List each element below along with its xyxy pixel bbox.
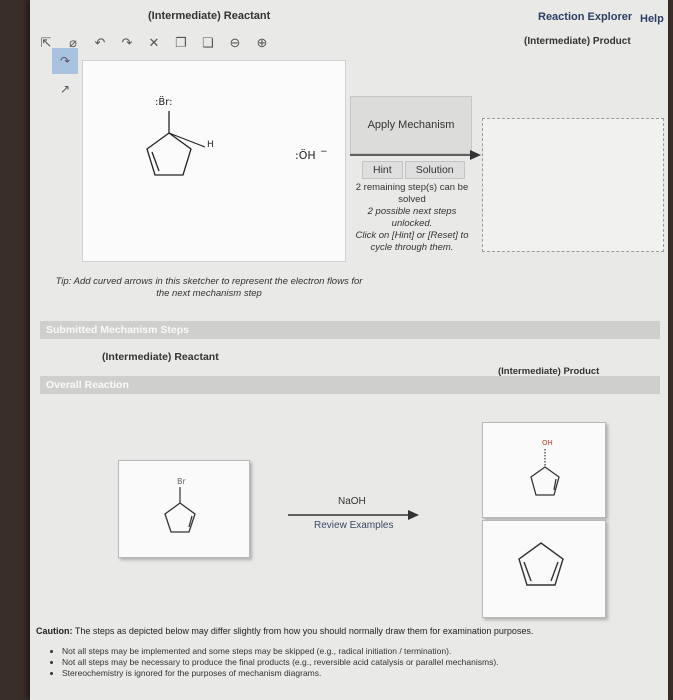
product-header: (Intermediate) Product	[524, 36, 631, 47]
caution-list: Not all steps may be implemented and som…	[50, 646, 499, 679]
redo-icon[interactable]: ↷	[116, 32, 138, 54]
submitted-reactant-label: (Intermediate) Reactant	[102, 351, 219, 363]
copy-icon[interactable]: ❐	[170, 32, 192, 54]
overall-reactant-box: Br	[118, 460, 250, 558]
reaction-explorer-link[interactable]: Reaction Explorer	[538, 11, 632, 23]
overall-product-box-2	[482, 520, 606, 618]
oh-label: OH	[542, 439, 553, 447]
reactant-header: (Intermediate) Reactant	[148, 10, 271, 22]
cyclopentene-ring	[530, 466, 560, 496]
paste-icon[interactable]: ❏	[197, 32, 219, 54]
hydroxide-charge: −	[320, 147, 328, 157]
sketcher-toolbar: ⇱ ⌀ ↶ ↷ ✕ ❐ ❏ ⊖ ⊕	[30, 26, 350, 60]
overall-reaction-header[interactable]: Overall Reaction	[40, 376, 660, 394]
br-label: Br	[177, 477, 186, 486]
caution-label: Caution:	[36, 626, 73, 636]
caution-bullet: Not all steps may be necessary to produc…	[62, 657, 499, 668]
sketcher-tip: Tip: Add curved arrows in this sketcher …	[55, 276, 363, 299]
caution-text: Caution: The steps as depicted below may…	[36, 626, 656, 637]
review-examples-link[interactable]: Review Examples	[314, 520, 393, 531]
alcohol-product-molecule: OH	[530, 439, 560, 496]
curved-arrow-tool[interactable]: ↷	[52, 48, 78, 74]
br-atom-label: :B̈r:	[155, 95, 173, 108]
caution-bullet: Not all steps may be implemented and som…	[62, 646, 499, 657]
caution-body: The steps as depicted below may differ s…	[74, 626, 534, 636]
reaction-page: (Intermediate) Reactant Reaction Explore…	[30, 0, 668, 700]
hydroxide-label: :ÖH	[295, 149, 316, 162]
undo-icon[interactable]: ↶	[89, 32, 111, 54]
product-drop-area[interactable]	[482, 118, 664, 252]
possible-steps-text: 2 possible next steps unlocked.	[367, 206, 457, 229]
solution-button[interactable]: Solution	[404, 161, 465, 179]
zoom-out-icon[interactable]: ⊖	[224, 32, 246, 54]
cyclopentadiene-ring	[518, 542, 564, 586]
hint-button[interactable]: Hint	[362, 161, 403, 179]
reaction-arrow-icon	[350, 150, 481, 160]
remaining-steps-text: 2 remaining step(s) can be solved	[355, 182, 469, 205]
h-atom-label: H	[207, 140, 214, 150]
reactant-structure: :B̈r: H :ÖH −	[146, 95, 328, 176]
zoom-in-icon[interactable]: ⊕	[251, 32, 273, 54]
reactant-molecule: Br	[164, 477, 196, 533]
hint-status: 2 remaining step(s) can be solved 2 poss…	[350, 182, 474, 254]
caution-bullet: Stereochemistry is ignored for the purpo…	[62, 668, 499, 679]
apply-mechanism-button[interactable]: Apply Mechanism	[350, 96, 472, 154]
help-link[interactable]: Help	[640, 13, 664, 25]
c-h-bond	[168, 132, 206, 148]
submitted-steps-header[interactable]: Submitted Mechanism Steps	[40, 321, 660, 339]
cycle-text: Click on [Hint] or [Reset] to cycle thro…	[355, 230, 469, 253]
reagent-label: NaOH	[338, 496, 366, 507]
hint-controls: Hint Solution	[362, 161, 467, 179]
cyclopentene-ring	[164, 502, 196, 533]
sketcher-canvas[interactable]: :B̈r: H :ÖH −	[82, 60, 346, 262]
half-arrow-tool[interactable]: ↗	[52, 76, 78, 102]
diene-product-molecule	[518, 542, 564, 586]
clear-icon[interactable]: ✕	[143, 32, 165, 54]
overall-product-box-1: OH	[482, 422, 606, 518]
